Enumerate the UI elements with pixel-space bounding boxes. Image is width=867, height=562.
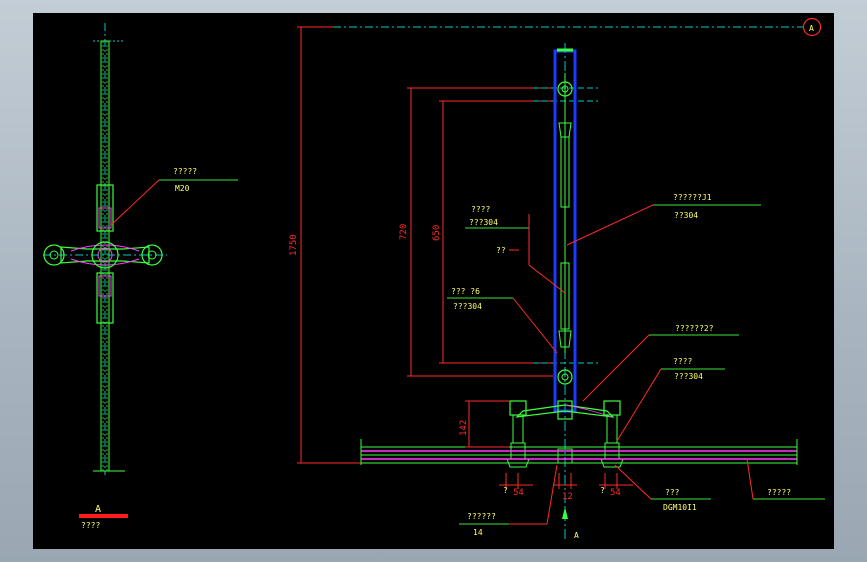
callout-plate-line1: ????? (767, 488, 791, 497)
section-marker-label: A (809, 24, 814, 33)
dim-base-height: 142 (459, 420, 469, 436)
cad-viewport[interactable]: ????? M20 A ???? A 1750 720 650 142 ? 54… (33, 13, 834, 549)
dim-right-prefix: ? (600, 486, 605, 495)
dim-height-650: 650 (432, 225, 442, 241)
callout-bottom-line1: ?????? (467, 512, 496, 521)
cad-drawing: ????? M20 A ???? A 1750 720 650 142 ? 54… (43, 17, 825, 541)
section-underline-bar (79, 514, 128, 518)
dim-center-gap: 12 (562, 492, 573, 502)
section-letter-left: A (95, 504, 101, 515)
dim-left-prefix: ? (503, 486, 508, 495)
callout-clevis-line1: ??? ?6 (451, 287, 480, 296)
callout-bolt-line1: ??? (665, 488, 680, 497)
callout-clevis-line2: ???304 (453, 302, 482, 311)
dim-left-spacing: 54 (513, 488, 524, 498)
dim-right-spacing: 54 (610, 488, 621, 498)
callout-arm-line1: ??????2? (675, 324, 714, 333)
glass-panels (360, 439, 798, 465)
section-caption-left: ???? (81, 521, 100, 530)
callout-tube-line1: ??????J1 (673, 193, 712, 202)
dim-height-720: 720 (399, 224, 409, 240)
callout-bolt-line2: DGM10I1 (663, 503, 697, 512)
section-arrow-icon (562, 507, 568, 519)
dim-overall-height: 1750 (289, 234, 299, 256)
callout-tube-line2: ??304 (674, 211, 698, 220)
callout-rod-line2: ???304 (469, 218, 498, 227)
callout-rod-line1: ???? (471, 205, 490, 214)
right-view: A 1750 720 650 142 ? 54 12 ? 54 A ??????… (289, 17, 825, 541)
left-view: ????? M20 A ???? (43, 23, 238, 530)
callout-base-line1: ???? (673, 357, 692, 366)
callout-left-line1: ????? (173, 167, 197, 176)
circle-A-marker-icon: A (802, 17, 822, 37)
callout-rod-extra: ?? (496, 246, 506, 255)
callout-base-line2: ???304 (674, 372, 703, 381)
callout-left-line2: M20 (175, 184, 190, 193)
callout-bottom-line2: 14 (473, 528, 483, 537)
bottom-section-label: A (574, 531, 579, 540)
